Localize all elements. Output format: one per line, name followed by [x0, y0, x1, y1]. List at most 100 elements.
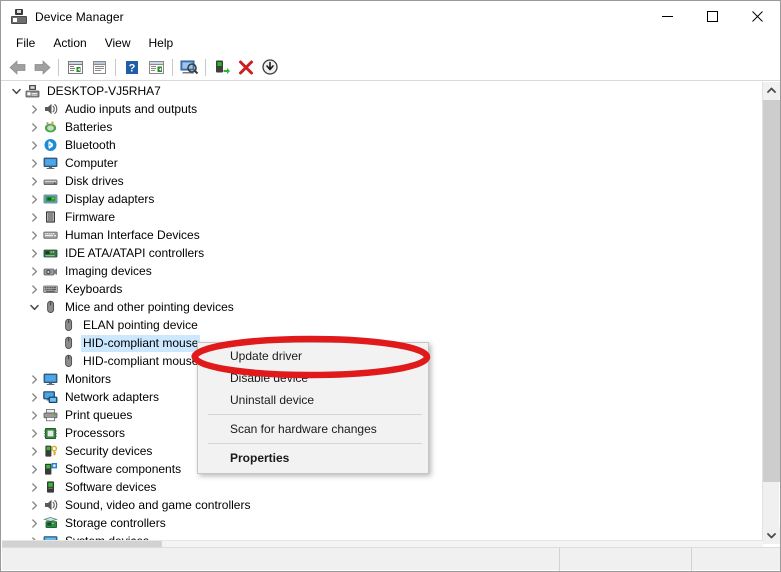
software-component-icon	[42, 461, 59, 477]
tree-item-label: Keyboards	[63, 281, 124, 298]
chevron-down-icon[interactable]	[8, 82, 24, 100]
chevron-right-icon[interactable]	[26, 424, 42, 442]
menu-file[interactable]: File	[7, 34, 44, 52]
maximize-icon[interactable]	[690, 1, 735, 32]
network-adapter-icon	[42, 389, 59, 405]
chevron-right-icon[interactable]	[26, 442, 42, 460]
tree-item-disk-drives[interactable]: Disk drives	[2, 172, 762, 190]
title-bar: Device Manager	[1, 1, 780, 32]
disable-device-icon[interactable]	[258, 56, 282, 79]
chevron-right-icon[interactable]	[26, 478, 42, 496]
chevron-none	[44, 316, 60, 334]
chevron-right-icon[interactable]	[26, 208, 42, 226]
tree-item-label: Human Interface Devices	[63, 227, 202, 244]
toolbar-separator-2	[115, 59, 116, 76]
window-title: Device Manager	[35, 10, 124, 24]
menu-view[interactable]: View	[96, 34, 140, 52]
monitor-icon	[42, 371, 59, 387]
tree-item-audio-inputs-and-outputs[interactable]: Audio inputs and outputs	[2, 100, 762, 118]
minimize-icon[interactable]	[645, 1, 690, 32]
chevron-right-icon[interactable]	[26, 190, 42, 208]
vertical-scrollbar[interactable]	[762, 82, 779, 544]
scan-hardware-changes-icon[interactable]	[177, 56, 201, 79]
ide-controller-icon	[42, 245, 59, 261]
forward-icon[interactable]	[30, 56, 54, 79]
context-menu[interactable]: Update driverDisable deviceUninstall dev…	[197, 342, 429, 474]
context-menu-separator	[208, 443, 422, 444]
menu-action[interactable]: Action	[44, 34, 95, 52]
chevron-right-icon[interactable]	[26, 100, 42, 118]
chevron-right-icon[interactable]	[26, 388, 42, 406]
scrollbar-thumb-vertical[interactable]	[763, 100, 780, 482]
tree-item-computer[interactable]: Computer	[2, 154, 762, 172]
chevron-right-icon[interactable]	[26, 244, 42, 262]
chevron-down-icon[interactable]	[26, 298, 42, 316]
tree-item-imaging-devices[interactable]: Imaging devices	[2, 262, 762, 280]
tree-item-label: IDE ATA/ATAPI controllers	[63, 245, 206, 262]
hid-icon	[42, 227, 59, 243]
tree-item-label: Sound, video and game controllers	[63, 497, 252, 514]
help-icon[interactable]: ?	[120, 56, 144, 79]
tree-item-mice-and-other-pointing-devices[interactable]: Mice and other pointing devices	[2, 298, 762, 316]
storage-controller-icon	[42, 515, 59, 531]
display-adapter-icon	[42, 191, 59, 207]
device-manager-icon	[11, 9, 27, 25]
chevron-right-icon[interactable]	[26, 370, 42, 388]
tree-item-label: Software components	[63, 461, 183, 478]
context-menu-item-disable-device[interactable]: Disable device	[198, 367, 428, 389]
status-pane-2	[560, 548, 692, 571]
chevron-right-icon[interactable]	[26, 406, 42, 424]
printer-icon	[42, 407, 59, 423]
context-menu-item-scan-for-hardware-changes[interactable]: Scan for hardware changes	[198, 418, 428, 440]
scroll-down-button[interactable]	[763, 527, 780, 544]
show-hide-console-tree-icon[interactable]	[63, 56, 87, 79]
tree-item-bluetooth[interactable]: Bluetooth	[2, 136, 762, 154]
device-manager-window: Device Manager File Action View Help	[0, 0, 781, 572]
chevron-right-icon[interactable]	[26, 460, 42, 478]
context-menu-item-uninstall-device[interactable]: Uninstall device	[198, 389, 428, 411]
bluetooth-icon	[42, 137, 59, 153]
chevron-right-icon[interactable]	[26, 118, 42, 136]
update-driver-icon[interactable]	[210, 56, 234, 79]
chevron-right-icon[interactable]	[26, 280, 42, 298]
tree-item-software-devices[interactable]: Software devices	[2, 478, 762, 496]
tree-item-label: DESKTOP-VJ5RHA7	[45, 83, 163, 100]
tree-item-human-interface-devices[interactable]: Human Interface Devices	[2, 226, 762, 244]
tree-item-storage-controllers[interactable]: Storage controllers	[2, 514, 762, 532]
scroll-up-button[interactable]	[763, 82, 780, 99]
status-pane-3	[692, 548, 780, 571]
tree-item-desktop-vj5rha7[interactable]: DESKTOP-VJ5RHA7	[2, 82, 762, 100]
tree-item-batteries[interactable]: Batteries	[2, 118, 762, 136]
chevron-right-icon[interactable]	[26, 154, 42, 172]
tree-item-display-adapters[interactable]: Display adapters	[2, 190, 762, 208]
chevron-none	[44, 352, 60, 370]
tree-item-label: HID-compliant mouse	[81, 353, 200, 370]
menu-help[interactable]: Help	[140, 34, 183, 52]
tree-item-keyboards[interactable]: Keyboards	[2, 280, 762, 298]
close-icon[interactable]	[735, 1, 780, 32]
status-bar	[2, 547, 780, 570]
back-icon[interactable]	[6, 56, 30, 79]
chevron-right-icon[interactable]	[26, 514, 42, 532]
tree-item-label: Storage controllers	[63, 515, 168, 532]
tree-item-sound-video-and-game-controllers[interactable]: Sound, video and game controllers	[2, 496, 762, 514]
tree-item-label: Processors	[63, 425, 127, 442]
properties-icon[interactable]	[87, 56, 111, 79]
chevron-right-icon[interactable]	[26, 172, 42, 190]
chevron-right-icon[interactable]	[26, 496, 42, 514]
chevron-right-icon[interactable]	[26, 136, 42, 154]
status-pane-1	[2, 548, 560, 571]
device-tree[interactable]: DESKTOP-VJ5RHA7Audio inputs and outputsB…	[2, 82, 763, 544]
uninstall-device-icon[interactable]	[234, 56, 258, 79]
context-menu-item-properties[interactable]: Properties	[198, 447, 428, 469]
horizontal-scrollbar[interactable]	[2, 540, 763, 547]
chevron-right-icon[interactable]	[26, 226, 42, 244]
tree-item-label: Network adapters	[63, 389, 161, 406]
context-menu-item-update-driver[interactable]: Update driver	[198, 345, 428, 367]
tree-item-firmware[interactable]: Firmware	[2, 208, 762, 226]
action-menu-icon[interactable]	[144, 56, 168, 79]
tree-item-ide-ata-atapi-controllers[interactable]: IDE ATA/ATAPI controllers	[2, 244, 762, 262]
speaker-icon	[42, 101, 59, 117]
chevron-right-icon[interactable]	[26, 262, 42, 280]
tree-item-elan-pointing-device[interactable]: ELAN pointing device	[2, 316, 762, 334]
